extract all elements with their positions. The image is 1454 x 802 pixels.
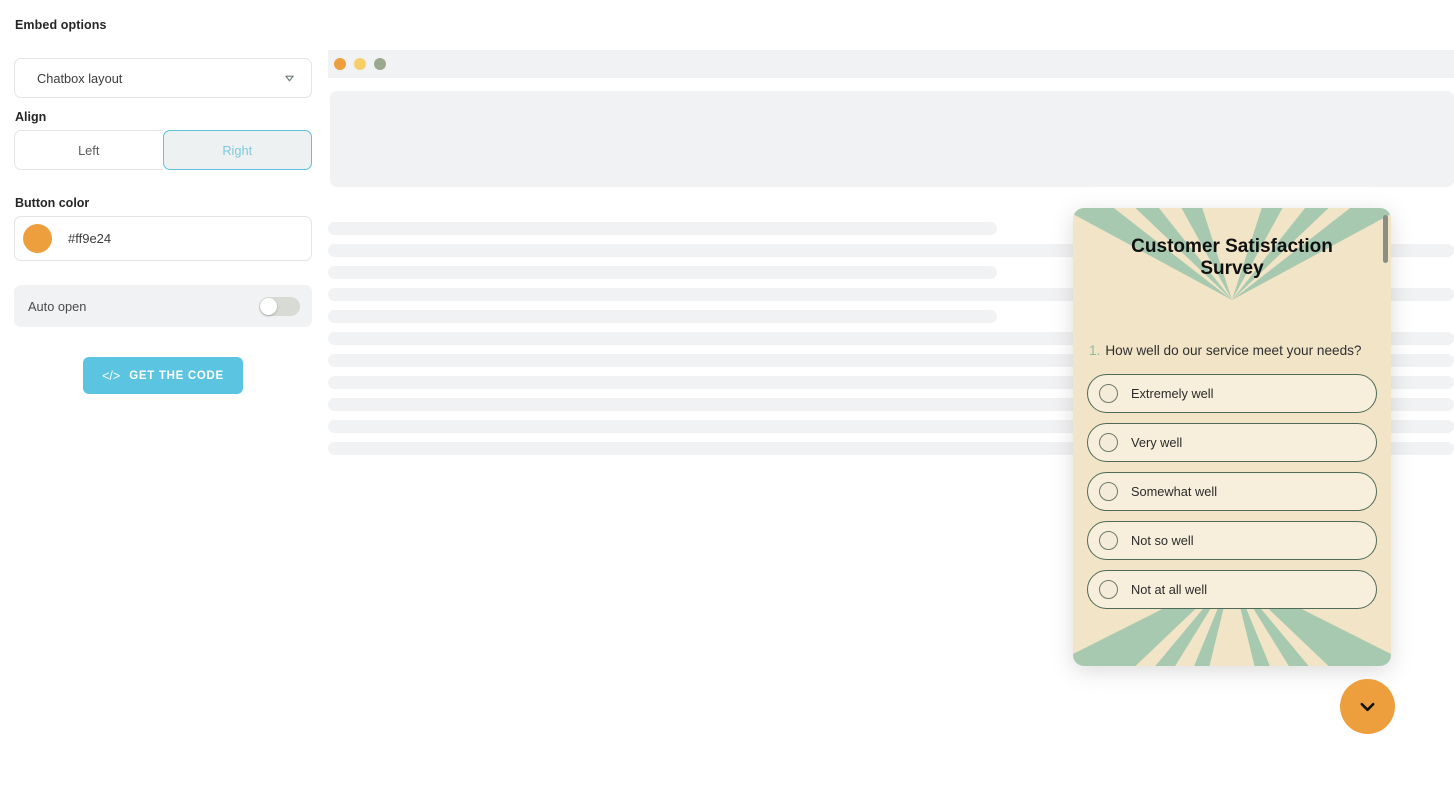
layout-select-value: Chatbox layout <box>37 70 123 86</box>
survey-option[interactable]: Very well <box>1087 423 1377 463</box>
button-color-label: Button color <box>15 196 90 210</box>
get-the-code-label: GET THE CODE <box>129 369 224 382</box>
survey-option-label: Very well <box>1131 435 1183 451</box>
question-number: 1. <box>1089 342 1101 358</box>
radio-icon[interactable] <box>1099 384 1118 404</box>
survey-option-label: Somewhat well <box>1131 484 1218 500</box>
chevron-down-icon <box>285 75 294 82</box>
chevron-down-icon <box>1360 702 1375 712</box>
survey-scrollbar-thumb[interactable] <box>1383 215 1388 263</box>
survey-question: 1. How well do our service meet your nee… <box>1089 341 1377 360</box>
get-code-wrapper: </> GET THE CODE <box>14 357 312 394</box>
align-option-right[interactable]: Right <box>162 130 312 170</box>
skeleton-line <box>328 266 997 279</box>
minimize-dot <box>354 58 366 70</box>
survey-body: Customer Satisfaction Survey 1. How well… <box>1073 208 1391 666</box>
maximize-dot <box>374 58 386 70</box>
embed-options-panel: Embed options Chatbox layout Align Left … <box>0 0 326 802</box>
hero-placeholder-block <box>330 91 1454 187</box>
survey-options-list: Extremely well Very well Somewhat well Not … <box>1087 374 1377 610</box>
radio-icon[interactable] <box>1099 433 1118 453</box>
survey-toggle-fab[interactable] <box>1340 679 1395 734</box>
radio-icon[interactable] <box>1099 531 1118 551</box>
browser-titlebar <box>328 50 1454 78</box>
survey-option[interactable]: Not so well <box>1087 521 1377 561</box>
page-title: Embed options <box>15 18 107 32</box>
align-option-left[interactable]: Left <box>14 130 163 170</box>
site-preview-area: Customer Satisfaction Survey 1. How well… <box>328 0 1454 802</box>
color-swatch[interactable] <box>23 224 52 253</box>
auto-open-row: Auto open <box>14 285 312 327</box>
auto-open-label: Auto open <box>28 298 87 314</box>
radio-icon[interactable] <box>1099 482 1118 502</box>
question-text: How well do our service meet your needs? <box>1105 342 1362 358</box>
layout-select[interactable]: Chatbox layout <box>14 58 312 98</box>
get-the-code-button[interactable]: </> GET THE CODE <box>83 357 243 394</box>
survey-option[interactable]: Somewhat well <box>1087 472 1377 512</box>
align-segmented-control: Left Right <box>14 130 312 170</box>
survey-title: Customer Satisfaction Survey <box>1131 236 1333 280</box>
color-value: #ff9e24 <box>68 231 112 246</box>
skeleton-line <box>328 310 997 323</box>
align-option-left-label: Left <box>78 142 100 158</box>
auto-open-knob <box>260 297 277 315</box>
survey-option[interactable]: Extremely well <box>1087 374 1377 414</box>
button-color-field[interactable]: #ff9e24 <box>14 216 312 261</box>
survey-option-label: Not so well <box>1131 533 1194 549</box>
align-label: Align <box>15 110 47 124</box>
survey-option-label: Not at all well <box>1131 582 1208 598</box>
close-dot <box>334 58 346 70</box>
skeleton-line <box>328 222 997 235</box>
survey-widget-card: Customer Satisfaction Survey 1. How well… <box>1073 208 1391 666</box>
align-option-right-label: Right <box>222 142 253 158</box>
auto-open-toggle[interactable] <box>259 296 300 316</box>
survey-option-label: Extremely well <box>1131 386 1214 402</box>
radio-icon[interactable] <box>1099 580 1118 600</box>
survey-option[interactable]: Not at all well <box>1087 570 1377 610</box>
code-icon: </> <box>102 368 121 383</box>
